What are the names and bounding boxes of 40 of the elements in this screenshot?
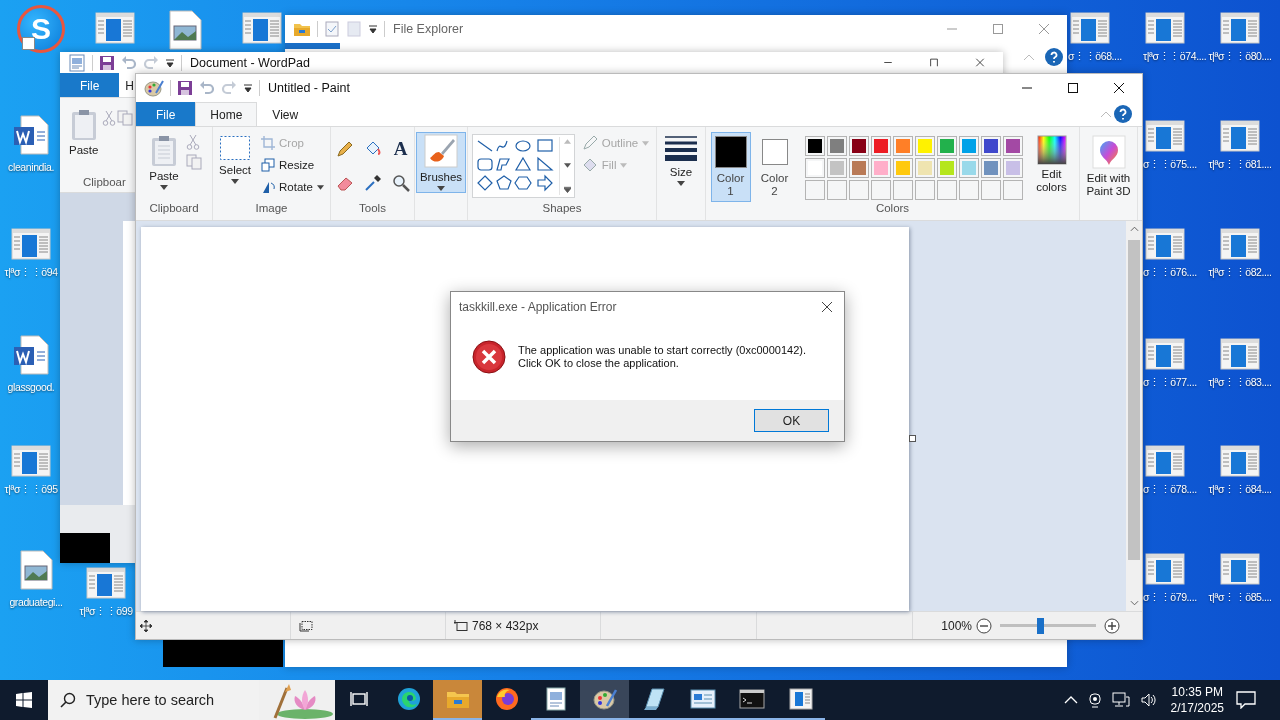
desktop-icon-label[interactable]: τ|ªσ⋮⋮ö80.... [1208,50,1272,63]
search-field[interactable]: Type here to search [86,692,246,708]
group-label: Clipboar [82,176,126,190]
group-label: Tools [359,202,386,216]
rotate-button[interactable]: Rotate [258,178,327,196]
ribbon-tab[interactable]: Home [195,102,258,126]
group-label: Colors [875,202,910,216]
clock[interactable]: 10:35 PM 2/17/2025 [1170,684,1224,716]
paste-button[interactable]: Paste [66,106,102,176]
ribbon-tab[interactable]: View [257,102,314,126]
group-label: Clipboard [149,202,199,216]
ribbon-tab[interactable]: H [119,73,137,97]
size-button[interactable]: Size [661,132,701,189]
color-slot-button[interactable]: Color 2 [754,132,795,202]
ok-button[interactable]: OK [754,409,829,432]
error-message: The application was unable to start correctly (0xc0000142). Click OK to close the application. [518,344,806,370]
edit-colors-button[interactable]: Edit colors [1028,132,1075,197]
window-title: Untitled - Paint [268,81,350,95]
desktop-icon-label[interactable]: τ|ªσ⋮⋮ö84.... [1208,483,1272,496]
desktop-icon-label[interactable]: τ|ªσ⋮⋮ö74.... [1143,50,1207,63]
desktop-icon-label[interactable]: τ|ªσ⋮⋮ö85.... [1208,591,1272,604]
dialog-title: taskkill.exe - Application Error [459,300,617,314]
canvas-dimensions: 768 × 432px [472,618,539,633]
paint-3d-button[interactable]: Edit with Paint 3D [1077,132,1140,201]
desktop-icon-label[interactable]: τ|ªσ⋮⋮ö83.... [1208,376,1272,389]
ribbon-tab[interactable]: File [136,102,196,126]
color-slot-button[interactable]: Color 1 [710,132,751,202]
group-label: Image [255,202,288,216]
select-button[interactable]: Select [216,132,255,187]
desktop-icon-label[interactable]: τ|ªσ⋮⋮ö82.... [1208,266,1272,279]
resize-button[interactable]: Resize [258,156,327,174]
ribbon-tab[interactable]: File [60,73,120,97]
desktop-icon-label[interactable]: τ|ªσ⋮⋮ö81.... [1208,158,1272,171]
brushes-button[interactable]: Brushes [415,132,467,193]
group-label: Shapes [542,202,582,216]
zoom-percentage: 100% [941,618,972,633]
paste-button[interactable]: Paste [146,132,182,193]
window-title: File Explorer [393,22,464,36]
window-title: Document - WordPad [190,55,310,70]
text-tool-button[interactable]: A [391,140,410,158]
